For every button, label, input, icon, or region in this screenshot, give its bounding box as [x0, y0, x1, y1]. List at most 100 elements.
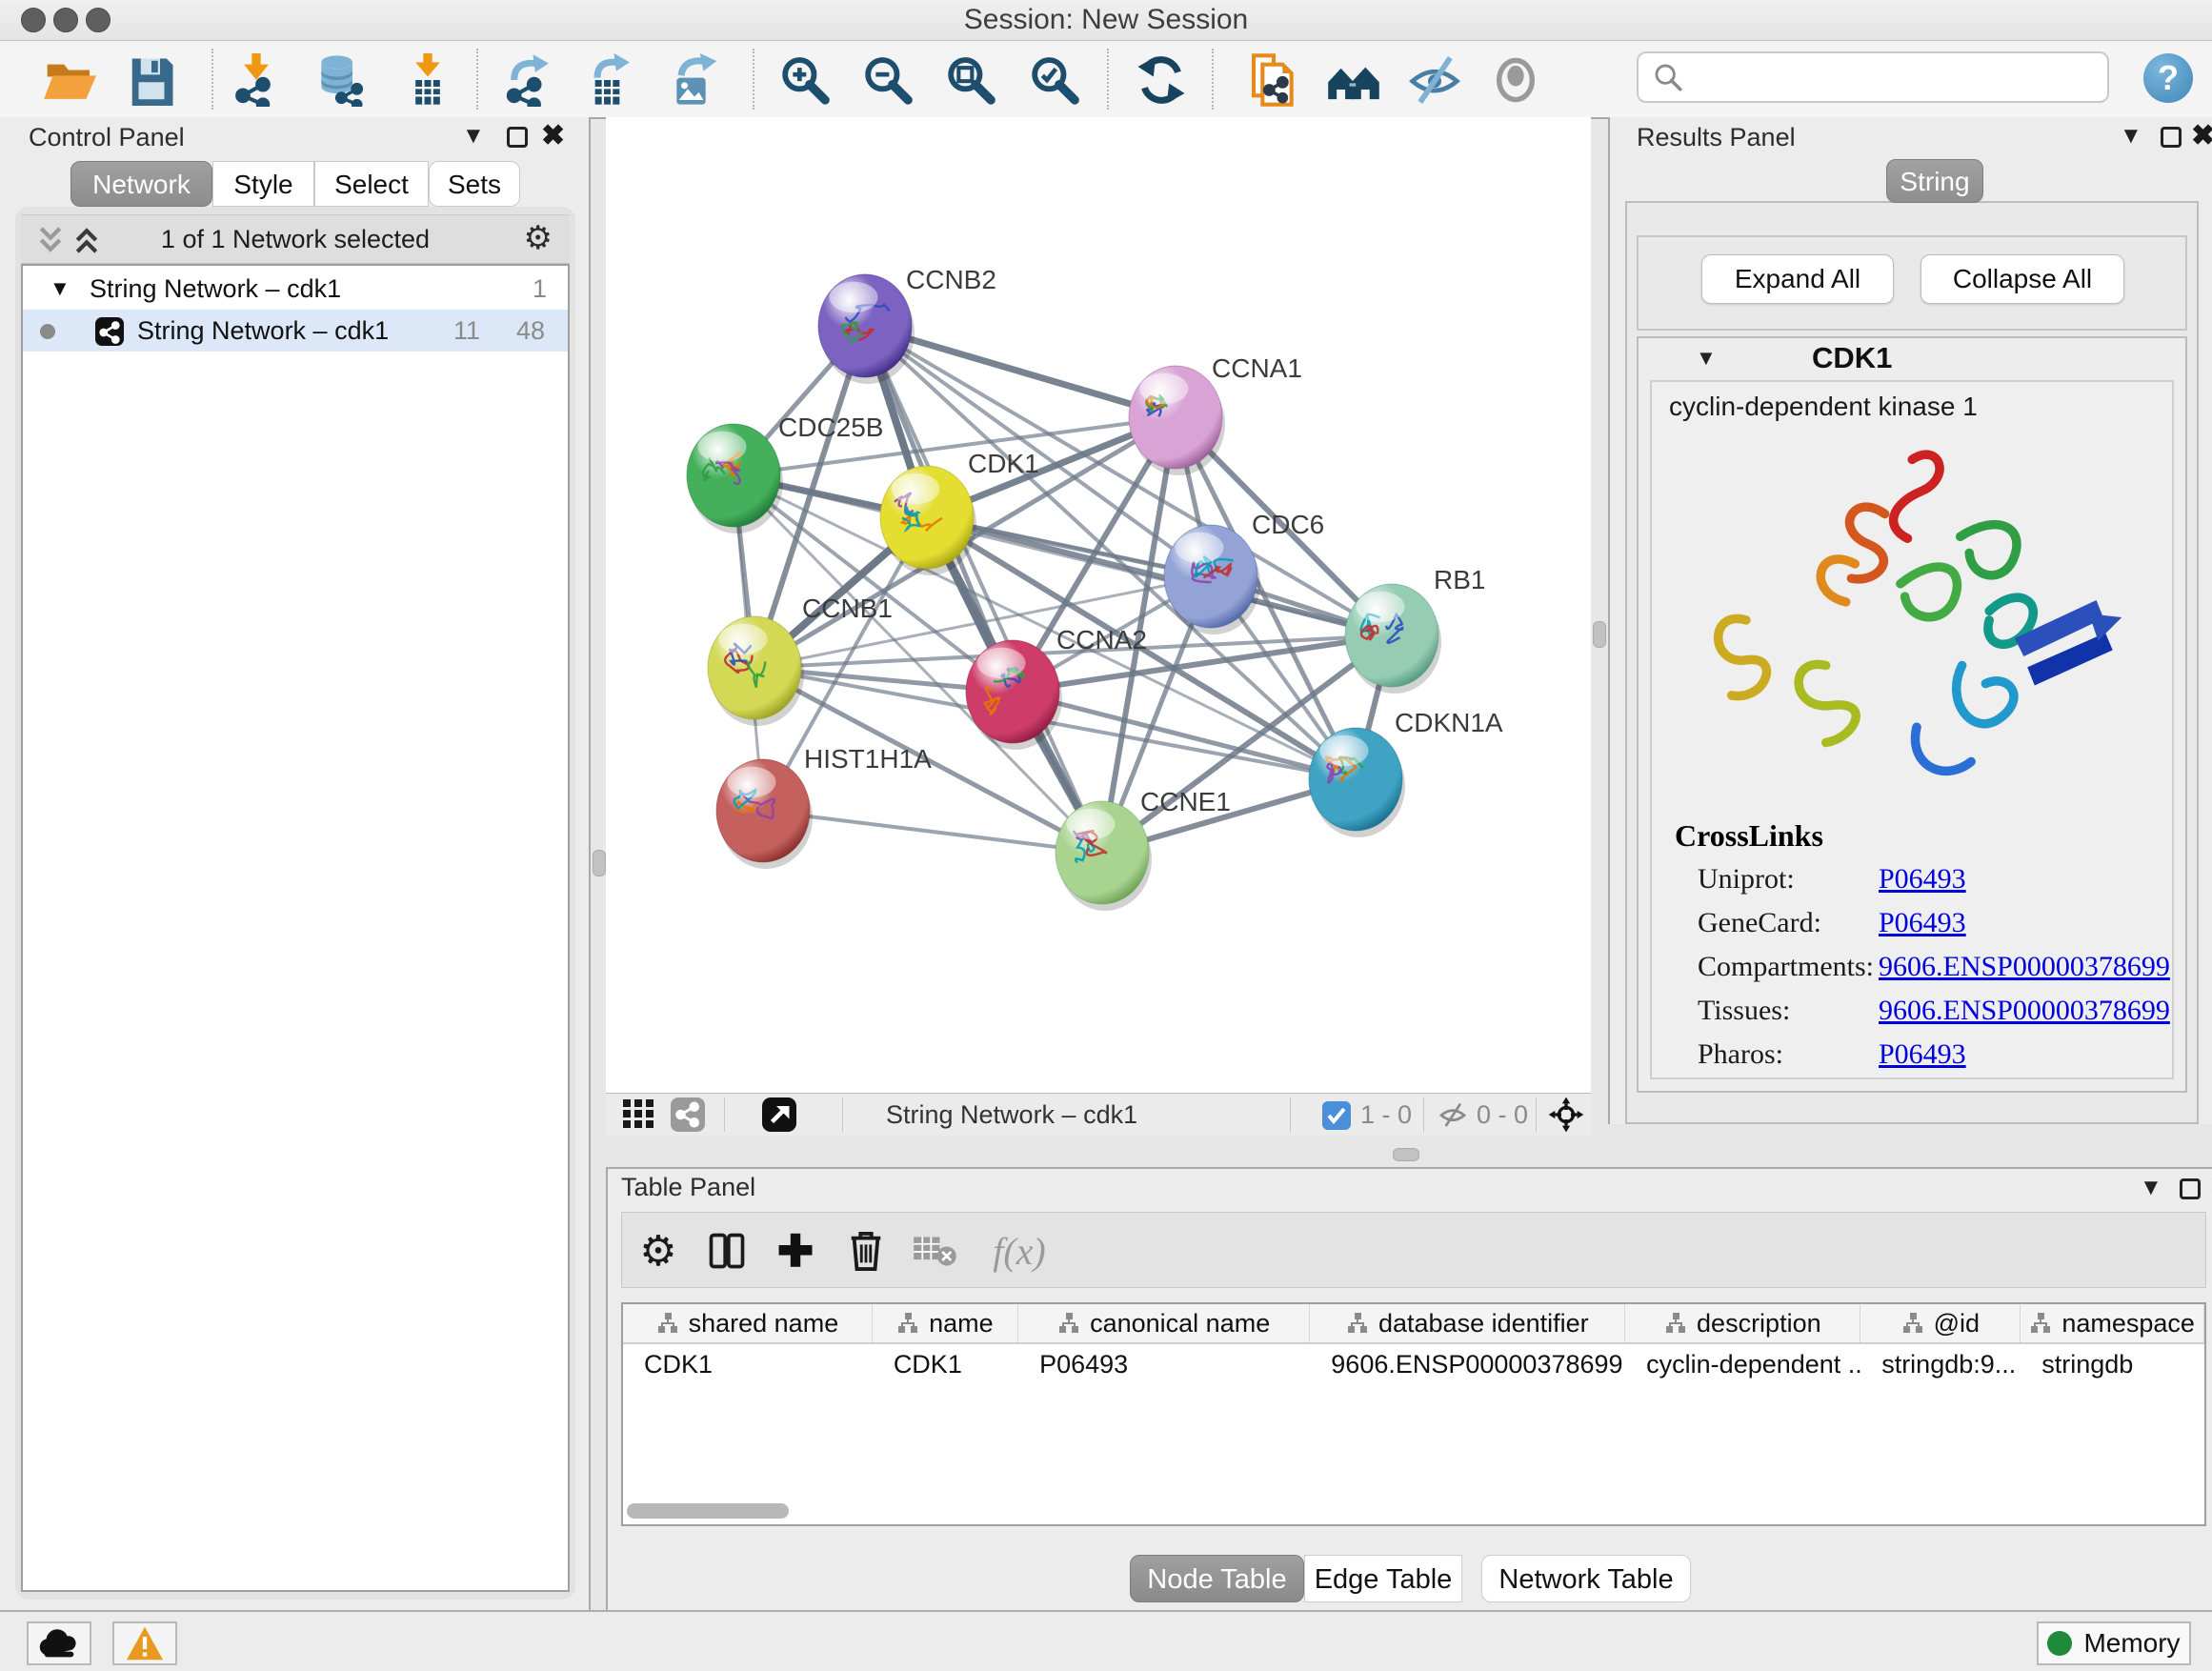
zoom-fit-button[interactable] — [942, 52, 997, 108]
table-cell[interactable]: CDK1 — [623, 1344, 873, 1384]
table-cell[interactable]: P06493 — [1018, 1344, 1310, 1384]
export-table-icon — [584, 53, 637, 107]
tab-node-table[interactable]: Node Table — [1130, 1555, 1304, 1602]
column-header-name[interactable]: name — [873, 1304, 1018, 1342]
crosslink-link[interactable]: P06493 — [1879, 1038, 1966, 1071]
delete-column-button[interactable] — [837, 1222, 895, 1279]
node-label: CCNE1 — [1140, 787, 1231, 816]
column-header-namespace[interactable]: namespace — [2021, 1304, 2204, 1342]
column-header-description[interactable]: description — [1625, 1304, 1860, 1342]
create-column-button[interactable]: ✚ — [767, 1222, 824, 1279]
tree-expand-icon[interactable]: ▼ — [50, 268, 70, 310]
tab-network[interactable]: Network — [70, 161, 212, 207]
network-tab-content: 1 of 1 Network selected ⚙ ▼ String Netwo… — [15, 207, 575, 1600]
cloud-status-button[interactable] — [27, 1621, 91, 1665]
network-row[interactable]: String Network – cdk1 11 48 — [23, 310, 568, 352]
open-session-button[interactable] — [42, 52, 97, 108]
network-view-canvas[interactable]: CCNB2CCNA1CDC25BCDK1CDC6RB1CCNB1CCNA2CDK… — [606, 117, 1591, 1093]
warnings-button[interactable] — [112, 1621, 177, 1665]
gear-icon[interactable]: ⚙ — [524, 219, 553, 257]
tab-sets[interactable]: Sets — [429, 161, 520, 207]
network-share-view-button[interactable] — [671, 1097, 705, 1132]
node-label: CDC6 — [1252, 510, 1324, 539]
window-title: Session: New Session — [0, 0, 2212, 40]
save-session-button[interactable] — [124, 52, 179, 108]
apply-layout-button[interactable] — [1134, 52, 1189, 108]
column-type-icon — [896, 1312, 919, 1335]
horizontal-scrollbar[interactable] — [627, 1503, 789, 1519]
left-splitter-handle[interactable] — [593, 850, 606, 876]
selected-checkbox-icon[interactable] — [1322, 1101, 1351, 1130]
node-result-header[interactable]: ▼ CDK1 — [1639, 338, 2185, 380]
selected-count-label: 1 - 0 — [1360, 1094, 1412, 1136]
collapse-panel-icon[interactable]: ▼ — [462, 123, 485, 150]
column-header-canonical-name[interactable]: canonical name — [1018, 1304, 1310, 1342]
hide-panels-button[interactable] — [1407, 52, 1462, 108]
titlebar: Session: New Session — [0, 0, 2212, 41]
network-node[interactable]: CDC6 — [1164, 510, 1324, 634]
export-table-button[interactable] — [583, 52, 638, 108]
import-network-from-database-button[interactable] — [312, 52, 367, 108]
crosslink-link[interactable]: 9606.ENSP00000378699 — [1879, 995, 2170, 1027]
zoom-selected-button[interactable] — [1026, 52, 1081, 108]
column-header--id[interactable]: @id — [1860, 1304, 2021, 1342]
column-header-shared-name[interactable]: shared name — [623, 1304, 873, 1342]
collapse-panel-icon[interactable]: ▼ — [2120, 123, 2142, 150]
network-node[interactable]: CCNB1 — [708, 594, 893, 726]
tab-select[interactable]: Select — [314, 161, 429, 207]
network-node[interactable]: CDKN1A — [1309, 708, 1503, 837]
table-settings-button[interactable]: ⚙ — [630, 1222, 687, 1279]
tab-network-table[interactable]: Network Table — [1481, 1555, 1691, 1602]
crosslink-link[interactable]: P06493 — [1879, 907, 1966, 939]
share-clipboard-button[interactable] — [1246, 52, 1301, 108]
grid-view-button[interactable] — [623, 1099, 655, 1135]
right-splitter-handle[interactable] — [1593, 621, 1606, 648]
export-image-button[interactable] — [667, 52, 722, 108]
close-panel-icon[interactable]: ✖ — [541, 119, 565, 152]
tab-style[interactable]: Style — [212, 161, 314, 207]
network-edge[interactable] — [763, 811, 1102, 853]
expand-all-button[interactable]: Expand All — [1701, 254, 1894, 304]
table-cell[interactable]: stringdb:9... — [1860, 1344, 2021, 1384]
table-cell[interactable]: cyclin-dependent ... — [1625, 1344, 1860, 1384]
crosslink-link[interactable]: 9606.ENSP00000378699 — [1879, 951, 2170, 983]
table-cell[interactable]: stringdb — [2021, 1344, 2204, 1384]
export-network-button[interactable] — [502, 52, 557, 108]
column-header-database-identifier[interactable]: database identifier — [1310, 1304, 1625, 1342]
crosslink-link[interactable]: P06493 — [1879, 863, 1966, 896]
close-panel-icon[interactable]: ✖ — [2191, 119, 2212, 152]
float-panel-icon[interactable] — [2161, 127, 2182, 148]
float-panel-icon[interactable] — [2180, 1178, 2201, 1199]
show-panels-button[interactable] — [1488, 52, 1543, 108]
detach-view-button[interactable] — [762, 1097, 796, 1132]
show-columns-button[interactable] — [698, 1222, 755, 1279]
tab-edge-table[interactable]: Edge Table — [1304, 1555, 1462, 1602]
collapse-all-button[interactable]: Collapse All — [1920, 254, 2124, 304]
function-builder-button[interactable]: f(x) — [976, 1222, 1062, 1279]
network-graph[interactable]: CCNB2CCNA1CDC25BCDK1CDC6RB1CCNB1CCNA2CDK… — [606, 117, 1591, 1093]
import-table-button[interactable] — [400, 52, 455, 108]
network-node[interactable]: HIST1H1A — [716, 744, 932, 869]
search-box[interactable] — [1637, 51, 2109, 103]
table-cell[interactable]: 9606.ENSP00000378699 — [1310, 1344, 1625, 1384]
table-panel-title: Table Panel — [621, 1173, 755, 1202]
help-button[interactable]: ? — [2143, 53, 2193, 103]
network-node[interactable]: RB1 — [1345, 565, 1485, 694]
string-home-button[interactable] — [1326, 52, 1381, 108]
table-row[interactable]: CDK1CDK1P064939606.ENSP00000378699cyclin… — [623, 1344, 2204, 1384]
zoom-in-button[interactable] — [776, 52, 832, 108]
network-edge[interactable] — [865, 326, 1102, 853]
import-network-button[interactable] — [229, 52, 284, 108]
center-view-button[interactable] — [1547, 1096, 1585, 1138]
search-input[interactable] — [1692, 62, 2107, 93]
collapse-panel-icon[interactable]: ▼ — [2140, 1175, 2162, 1201]
memory-button[interactable]: Memory — [2037, 1621, 2191, 1665]
float-panel-icon[interactable] — [507, 127, 528, 148]
zoom-out-button[interactable] — [859, 52, 915, 108]
section-expand-icon[interactable]: ▼ — [1696, 346, 1717, 371]
bottom-splitter-handle[interactable] — [1393, 1148, 1419, 1161]
table-cell[interactable]: CDK1 — [873, 1344, 1018, 1384]
network-collection-row[interactable]: ▼ String Network – cdk1 1 — [23, 268, 568, 310]
delete-table-button[interactable] — [906, 1222, 963, 1279]
tab-string[interactable]: String — [1886, 159, 1983, 203]
